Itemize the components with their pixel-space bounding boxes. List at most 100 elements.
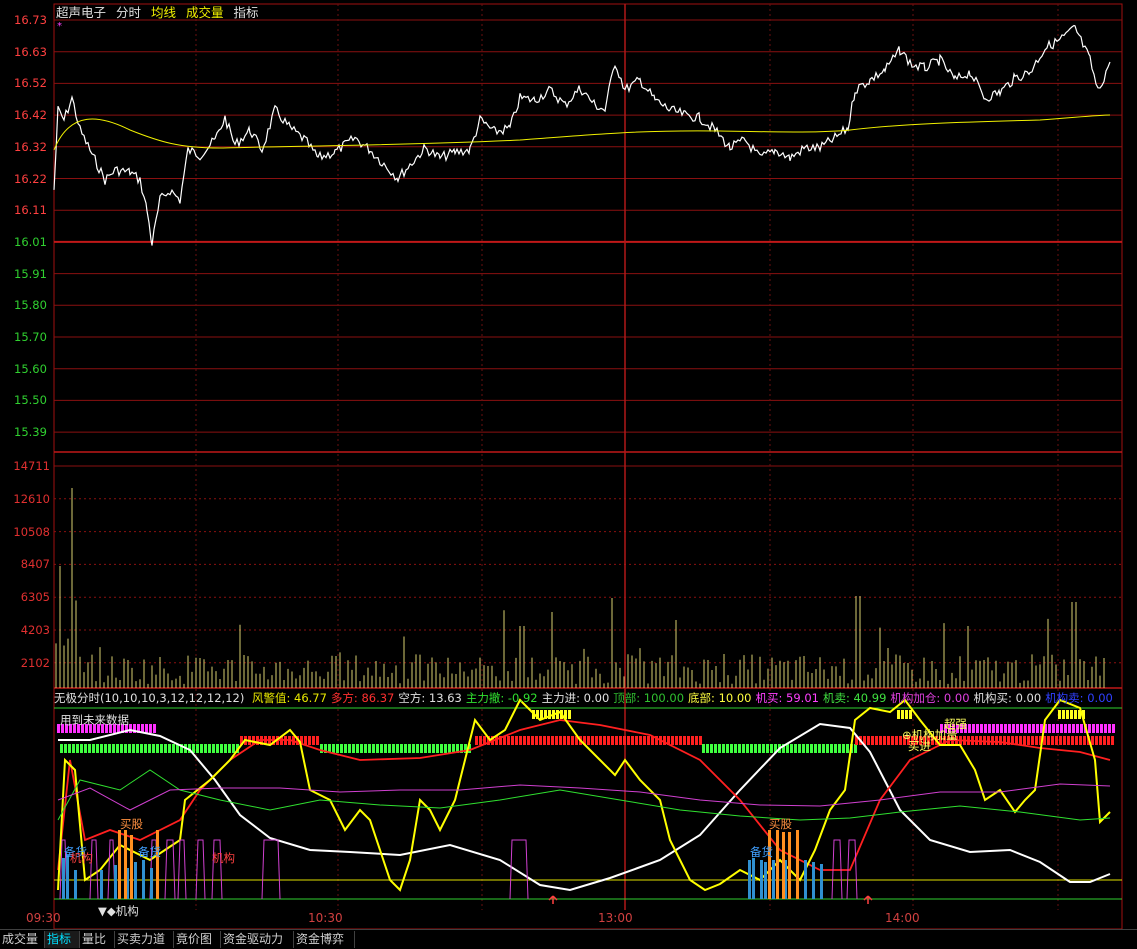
band-green <box>364 744 367 753</box>
price-tick: 16.52 <box>14 76 47 91</box>
band-red <box>543 736 546 745</box>
tab-6[interactable]: 资金博弈 <box>294 931 355 948</box>
band-green <box>376 744 379 753</box>
band-magenta <box>972 724 975 733</box>
band-red <box>1083 736 1086 745</box>
band-red <box>535 736 538 745</box>
band-green <box>108 744 111 753</box>
signal-bar <box>130 835 133 899</box>
buy-mark-2: 买股 <box>769 817 792 831</box>
band-red <box>479 736 482 745</box>
band-green <box>212 744 215 753</box>
band-red <box>627 736 630 745</box>
band-green <box>436 744 439 753</box>
band-red <box>527 736 530 745</box>
volume-tick: 4203 <box>20 623 50 637</box>
band-green <box>100 744 103 753</box>
up-arrow <box>548 895 558 904</box>
band-magenta <box>1032 724 1035 733</box>
indicator-label[interactable]: 指标 <box>234 5 259 20</box>
band-magenta <box>1092 724 1095 733</box>
signal-bar <box>776 830 779 899</box>
band-red <box>647 736 650 745</box>
avg-line-label[interactable]: 均线 <box>151 5 176 20</box>
band-red <box>591 736 594 745</box>
band-magenta <box>149 724 152 733</box>
time-tick: 14:00 <box>885 911 920 925</box>
indicator-item: 风警值: 46.77 <box>251 691 327 705</box>
tab-0[interactable]: 成交量 <box>0 931 45 948</box>
signal-bar <box>114 865 117 899</box>
signal-bar <box>820 864 823 899</box>
magenta-spike <box>195 839 206 900</box>
indicator-item: 空方: 13.63 <box>398 691 462 705</box>
band-magenta <box>996 724 999 733</box>
band-red <box>619 736 622 745</box>
band-red <box>695 736 698 745</box>
band-red <box>611 736 614 745</box>
band-red <box>571 736 574 745</box>
signal-bar <box>772 860 775 899</box>
inst-mark-2: 机构 <box>212 851 235 865</box>
band-green <box>842 744 845 753</box>
band-green <box>320 744 323 753</box>
band-red <box>995 736 998 745</box>
band-magenta <box>992 724 995 733</box>
band-red <box>1095 736 1098 745</box>
band-green <box>408 744 411 753</box>
volume-label[interactable]: 成交量 <box>186 5 224 20</box>
band-green <box>224 744 227 753</box>
band-magenta <box>1052 724 1055 733</box>
band-green <box>762 744 765 753</box>
band-green <box>440 744 443 753</box>
band-green <box>412 744 415 753</box>
tab-5[interactable]: 资金驱动力 <box>221 931 294 948</box>
band-green <box>396 744 399 753</box>
price-tick: 15.70 <box>14 330 47 344</box>
mode-label[interactable]: 分时 <box>116 5 141 20</box>
band-red <box>691 736 694 745</box>
band-yellow <box>1066 710 1069 719</box>
band-green <box>806 744 809 753</box>
band-red <box>1099 736 1102 745</box>
band-red <box>683 736 686 745</box>
signal-bar <box>804 860 807 899</box>
magenta-spike <box>261 839 281 900</box>
signal-bar <box>156 830 159 899</box>
indicator-item: 底部: 10.00 <box>688 691 752 705</box>
band-green <box>88 744 91 753</box>
band-red <box>895 736 898 745</box>
band-green <box>136 744 139 753</box>
tab-4[interactable]: 竟价图 <box>174 931 221 948</box>
band-green <box>710 744 713 753</box>
band-magenta <box>1112 724 1115 733</box>
band-green <box>232 744 235 753</box>
band-green <box>814 744 817 753</box>
band-green <box>770 744 773 753</box>
band-red <box>867 736 870 745</box>
band-green <box>722 744 725 753</box>
tab-3[interactable]: 买卖力道 <box>115 931 174 948</box>
band-green <box>726 744 729 753</box>
band-green <box>172 744 175 753</box>
band-red <box>304 736 307 745</box>
band-green <box>140 744 143 753</box>
price-tick: 15.80 <box>14 298 47 313</box>
price-tick: 16.11 <box>14 203 47 218</box>
band-green <box>124 744 127 753</box>
band-green <box>384 744 387 753</box>
band-magenta <box>1096 724 1099 733</box>
band-green <box>220 744 223 753</box>
tab-1[interactable]: 指标 <box>45 931 80 948</box>
band-green <box>340 744 343 753</box>
band-red <box>531 736 534 745</box>
band-green <box>790 744 793 753</box>
band-yellow <box>1070 710 1073 719</box>
band-green <box>388 744 391 753</box>
band-green <box>734 744 737 753</box>
band-green <box>196 744 199 753</box>
band-red <box>999 736 1002 745</box>
band-red <box>1047 736 1050 745</box>
signal-bar <box>66 855 69 899</box>
tab-2[interactable]: 量比 <box>80 931 115 948</box>
